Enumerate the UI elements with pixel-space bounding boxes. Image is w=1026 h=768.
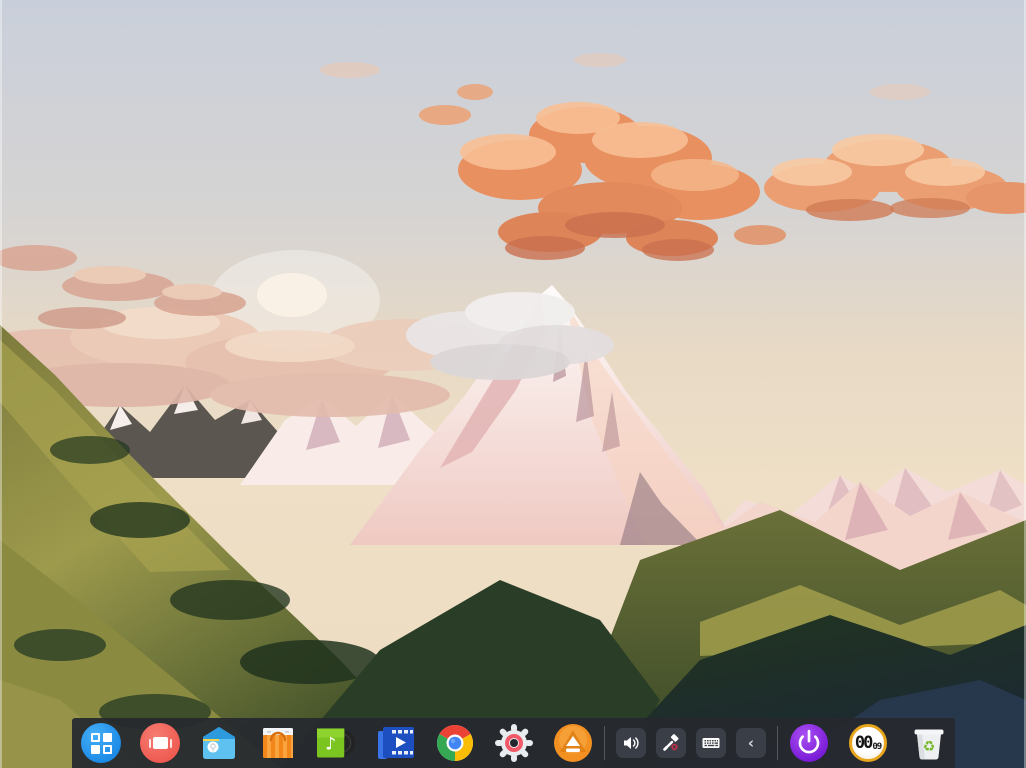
- clock-minutes: 09: [872, 743, 881, 752]
- svg-text:♪: ♪: [325, 734, 336, 754]
- multitasking-view-icon: [140, 723, 180, 763]
- trash-icon: ♻: [911, 724, 947, 762]
- control-center-icon: [494, 723, 534, 763]
- clock-face: 00 09: [849, 724, 887, 762]
- recycle-glyph: ♻: [923, 739, 936, 755]
- dock-app-area: ♪: [81, 723, 593, 763]
- clock-hours: 00: [855, 735, 871, 752]
- tray-keyboard-button[interactable]: [696, 728, 726, 758]
- chevron-left-icon: ‹: [748, 736, 754, 751]
- launcher-icon: [81, 723, 121, 763]
- dock-trash[interactable]: ♻: [910, 723, 948, 763]
- dock-app-launcher[interactable]: [81, 723, 121, 763]
- wallpaper-image: [0, 0, 1026, 768]
- file-manager-icon: [200, 724, 238, 762]
- power-icon: [790, 724, 828, 762]
- screen-edge-highlight-left: [0, 0, 2, 768]
- dock-app-music[interactable]: ♪: [317, 723, 357, 763]
- dock-separator-1: [604, 726, 605, 760]
- dock-app-file-manager[interactable]: [199, 723, 239, 763]
- tray-volume-button[interactable]: [616, 728, 646, 758]
- keyboard-icon: [701, 733, 721, 753]
- app-store-icon: [260, 725, 296, 761]
- music-icon: ♪: [317, 724, 357, 762]
- dock-plugin-area: 00 09 ♻: [790, 723, 948, 763]
- dock-app-multitasking-view[interactable]: [140, 723, 180, 763]
- tray-collapse-button[interactable]: ‹: [736, 728, 766, 758]
- dock-separator-2: [777, 726, 778, 760]
- volume-icon: [622, 734, 640, 752]
- dock-app-control-center[interactable]: [494, 723, 534, 763]
- tray-network-button[interactable]: [656, 728, 686, 758]
- dock-clock[interactable]: 00 09: [849, 724, 887, 762]
- dock-app-disk-mount[interactable]: [553, 723, 593, 763]
- disk-mount-eject-icon: [553, 723, 593, 763]
- dock-app-google-chrome[interactable]: [435, 723, 475, 763]
- desktop[interactable]: ♪: [0, 0, 1026, 768]
- dock-app-app-store[interactable]: [258, 723, 298, 763]
- google-chrome-icon: [435, 723, 475, 763]
- network-disconnected-icon: [662, 734, 680, 752]
- dock-power-button[interactable]: [790, 724, 828, 762]
- dock-app-movie[interactable]: [376, 723, 416, 763]
- movie-icon: [376, 725, 416, 761]
- dock: ♪: [72, 718, 955, 768]
- dock-tray-area: ‹: [616, 728, 766, 758]
